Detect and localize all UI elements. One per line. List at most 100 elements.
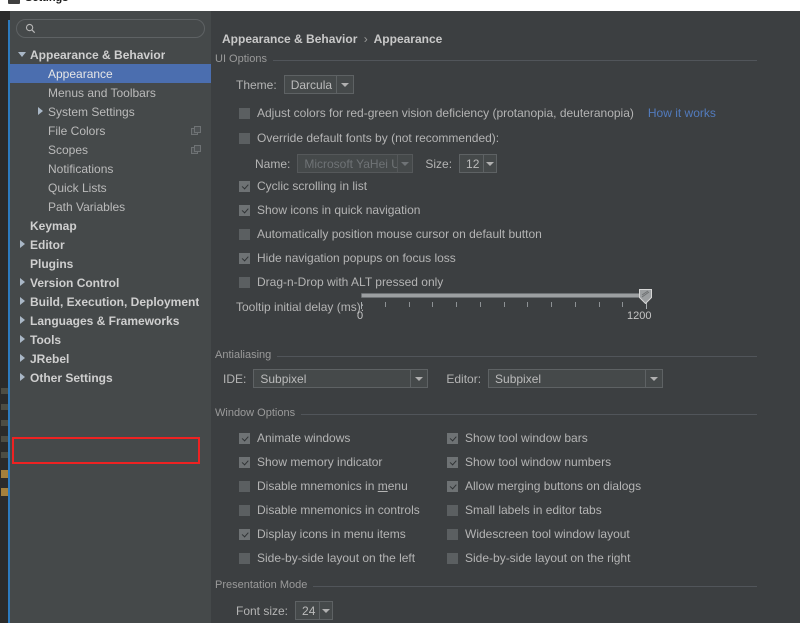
editor-antialiasing-value: Subpixel	[495, 371, 542, 386]
copy-icon[interactable]	[191, 145, 201, 155]
window-option-left-label[interactable]: Show memory indicator	[257, 455, 382, 469]
sidebar-item-file-colors[interactable]: File Colors	[10, 121, 211, 140]
sidebar-item-label: Version Control	[30, 275, 120, 290]
chevron-down-icon[interactable]	[645, 370, 662, 387]
chevron-right-icon[interactable]	[18, 297, 27, 306]
chevron-right-icon[interactable]	[18, 335, 27, 344]
search-input[interactable]	[41, 21, 191, 36]
chevron-down-icon[interactable]	[336, 76, 352, 93]
window-option-left-checkbox[interactable]	[239, 504, 250, 516]
sidebar-item-keymap[interactable]: Keymap	[10, 216, 211, 235]
sidebar-item-label: Path Variables	[48, 199, 126, 214]
window-option-right-label[interactable]: Side-by-side layout on the right	[465, 551, 630, 565]
window-option-right-checkbox[interactable]	[447, 432, 458, 444]
how-it-works-link[interactable]: How it works	[648, 106, 716, 120]
slider-thumb[interactable]	[639, 289, 652, 304]
chevron-right-icon[interactable]	[18, 373, 27, 382]
ui-option-checkbox[interactable]	[239, 276, 250, 288]
theme-combobox[interactable]: Darcula	[283, 75, 354, 94]
window-option-right-checkbox[interactable]	[447, 480, 458, 492]
window-option-left-checkbox[interactable]	[239, 552, 250, 564]
window-option-right-checkbox[interactable]	[447, 528, 458, 540]
window-option-left-label[interactable]: Display icons in menu items	[257, 527, 406, 541]
sidebar-item-version-control[interactable]: Version Control	[10, 273, 211, 292]
font-name-combobox[interactable]: Microsoft YaHei UI	[297, 154, 414, 173]
chevron-down-icon[interactable]	[318, 602, 333, 619]
sidebar-item-scopes[interactable]: Scopes	[10, 140, 211, 159]
ui-option-checkbox[interactable]	[239, 228, 250, 240]
adjust-colors-checkbox[interactable]	[239, 107, 250, 119]
sidebar-item-languages-frameworks[interactable]: Languages & Frameworks	[10, 311, 211, 330]
sidebar-item-system-settings[interactable]: System Settings	[10, 102, 211, 121]
sidebar-item-other-settings[interactable]: Other Settings	[10, 368, 211, 387]
ui-option-label[interactable]: Drag-n-Drop with ALT pressed only	[257, 275, 443, 289]
sidebar-item-editor[interactable]: Editor	[10, 235, 211, 254]
chevron-right-icon[interactable]	[36, 107, 45, 116]
sidebar-item-path-variables[interactable]: Path Variables	[10, 197, 211, 216]
window-options-title: Window Options	[215, 407, 302, 419]
sidebar-item-jrebel[interactable]: JRebel	[10, 349, 211, 368]
window-option-left-checkbox[interactable]	[239, 528, 250, 540]
antialiasing-title: Antialiasing	[215, 349, 278, 361]
slider-tick	[598, 302, 600, 307]
search-icon	[25, 23, 36, 34]
sidebar-item-menus-and-toolbars[interactable]: Menus and Toolbars	[10, 83, 211, 102]
chevron-down-icon[interactable]	[397, 155, 412, 172]
tooltip-delay-slider[interactable]: 0 1200	[357, 289, 652, 327]
window-option-right-label[interactable]: Widescreen tool window layout	[465, 527, 630, 541]
override-fonts-row: Override default fonts by (not recommend…	[239, 131, 499, 145]
adjust-colors-label[interactable]: Adjust colors for red-green vision defic…	[257, 106, 634, 120]
window-option-right-label[interactable]: Allow merging buttons on dialogs	[465, 479, 641, 493]
ui-option-checkbox[interactable]	[239, 180, 250, 192]
sidebar-item-plugins[interactable]: Plugins	[10, 254, 211, 273]
slider-track[interactable]	[361, 293, 646, 298]
override-fonts-label[interactable]: Override default fonts by (not recommend…	[257, 131, 499, 145]
window-option-left-label[interactable]: Disable mnemonics in controls	[257, 503, 420, 517]
sidebar-item-notifications[interactable]: Notifications	[10, 159, 211, 178]
ui-option-checkbox[interactable]	[239, 204, 250, 216]
chevron-down-icon[interactable]	[482, 155, 497, 172]
chevron-down-icon[interactable]	[18, 50, 27, 59]
search-box[interactable]	[16, 19, 205, 38]
presentation-font-size-combobox[interactable]: 24	[295, 601, 334, 620]
window-option-left-checkbox[interactable]	[239, 432, 250, 444]
window-option-left-label[interactable]: Side-by-side layout on the left	[257, 551, 415, 565]
override-fonts-checkbox[interactable]	[239, 132, 250, 144]
font-size-combobox[interactable]: 12	[459, 154, 498, 173]
ui-option-label[interactable]: Hide navigation popups on focus loss	[257, 251, 456, 265]
window-option-left-checkbox[interactable]	[239, 456, 250, 468]
window-option-right-label[interactable]: Show tool window numbers	[465, 455, 611, 469]
window-option-right-checkbox[interactable]	[447, 504, 458, 516]
group-divider	[215, 356, 757, 357]
chevron-right-icon[interactable]	[18, 316, 27, 325]
sidebar-item-appearance[interactable]: Appearance	[10, 64, 211, 83]
window-option-left-label[interactable]: Disable mnemonics in menu	[257, 479, 408, 493]
sidebar-item-quick-lists[interactable]: Quick Lists	[10, 178, 211, 197]
ui-option-label[interactable]: Cyclic scrolling in list	[257, 179, 367, 193]
antialiasing-row: IDE: Subpixel Editor: Subpixel	[223, 369, 664, 388]
window-option-right-label[interactable]: Small labels in editor tabs	[465, 503, 602, 517]
chevron-right-icon[interactable]	[18, 278, 27, 287]
ui-option-label[interactable]: Automatically position mouse cursor on d…	[257, 227, 542, 241]
ui-option-label[interactable]: Show icons in quick navigation	[257, 203, 420, 217]
breadcrumb-root[interactable]: Appearance & Behavior	[222, 32, 357, 46]
sidebar-item-build-execution-deployment[interactable]: Build, Execution, Deployment	[10, 292, 211, 311]
theme-row: Theme: Darcula	[236, 75, 354, 94]
window-option-right-label[interactable]: Show tool window bars	[465, 431, 588, 445]
window-option-right-checkbox[interactable]	[447, 456, 458, 468]
sidebar-item-appearance-behavior[interactable]: Appearance & Behavior	[10, 45, 211, 64]
copy-icon[interactable]	[191, 126, 201, 136]
group-divider	[215, 60, 757, 61]
window-option-right-checkbox[interactable]	[447, 552, 458, 564]
chevron-right-icon[interactable]	[18, 240, 27, 249]
chevron-down-icon[interactable]	[410, 370, 427, 387]
editor-antialiasing-combobox[interactable]: Subpixel	[488, 369, 664, 388]
sidebar-item-tools[interactable]: Tools	[10, 330, 211, 349]
ide-antialiasing-combobox[interactable]: Subpixel	[253, 369, 429, 388]
ui-option-checkbox[interactable]	[239, 252, 250, 264]
sidebar-search-row	[10, 11, 211, 42]
window-option-left-checkbox[interactable]	[239, 480, 250, 492]
window-option-left-label[interactable]: Animate windows	[257, 431, 350, 445]
chevron-right-icon[interactable]	[18, 354, 27, 363]
